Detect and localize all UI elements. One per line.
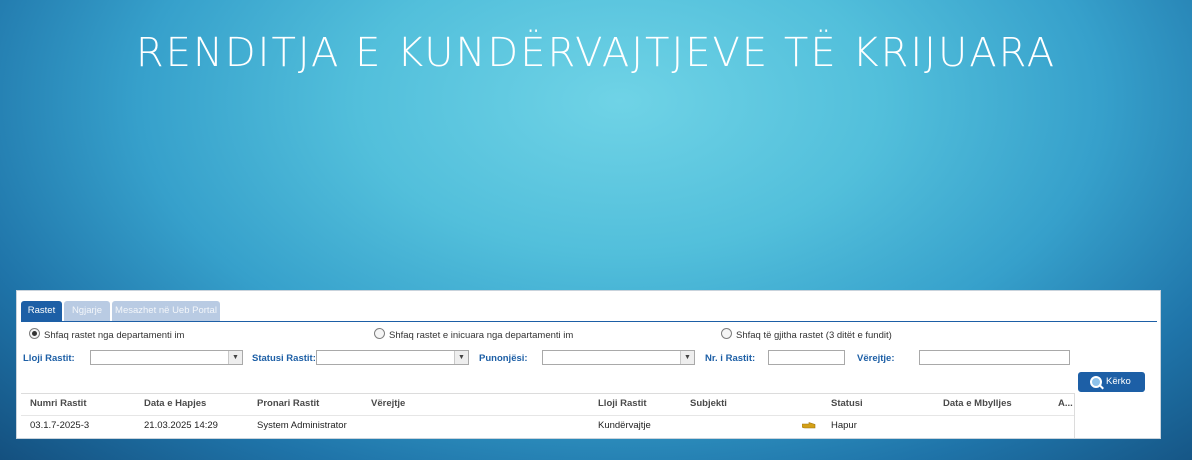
remarks-input[interactable] [919,350,1070,365]
column-header[interactable]: Vërejtje [371,398,405,409]
cases-table: Numri Rastit Data e Hapjes Pronari Rasti… [21,393,1074,438]
tab-ngjarje[interactable]: Ngjarje [64,301,110,321]
radio-unchecked-icon[interactable] [374,328,385,339]
cell-case-number: 03.1.7-2025-3 [30,420,90,431]
column-header[interactable]: Lloji Rastit [598,398,647,409]
case-status-label: Statusi Rastit: [252,353,316,364]
radio-initiated-by-department[interactable]: Shfaq rastet e inicuara nga departamenti… [374,328,573,342]
slide-title: RENDITJA E KUNDËRVAJTJEVE TË KRIJUARA [135,30,1057,76]
cell-status: Hapur [831,420,857,431]
column-divider [1074,393,1075,438]
cell-open-date: 21.03.2025 14:29 [144,420,218,431]
case-type-label: Lloji Rastit: [23,353,75,364]
chevron-down-icon[interactable]: ▼ [228,351,242,364]
radio-all-cases[interactable]: Shfaq të gjitha rastet (3 ditët e fundit… [721,328,892,342]
case-type-select[interactable]: ▼ [90,350,243,365]
tab-rastet[interactable]: Rastet [21,301,62,321]
column-header[interactable]: Data e Hapjes [144,398,206,409]
radio-label: Shfaq rastet nga departamenti im [44,330,185,341]
cases-panel: Rastet Ngjarje Mesazhet në Ueb Portal Sh… [16,290,1161,439]
case-status-select[interactable]: ▼ [316,350,469,365]
radio-label: Shfaq rastet e inicuara nga departamenti… [389,330,574,341]
column-header[interactable]: Pronari Rastit [257,398,319,409]
case-number-input[interactable] [768,350,845,365]
search-button[interactable]: Kërko [1078,372,1145,392]
radio-unchecked-icon[interactable] [721,328,732,339]
column-header[interactable]: Numri Rastit [30,398,86,409]
search-button-label: Kërko [1106,376,1131,387]
radio-checked-icon[interactable] [29,328,40,339]
radio-label: Shfaq të gjitha rastet (3 ditët e fundit… [736,330,892,341]
column-header[interactable]: Subjekti [690,398,727,409]
column-header[interactable]: Statusi [831,398,863,409]
chevron-down-icon[interactable]: ▼ [454,351,468,364]
hand-pointer-icon [802,422,816,429]
column-header[interactable]: A... [1058,398,1073,409]
tab-divider [21,321,1157,322]
cell-case-type: Kundërvajtje [598,420,651,431]
cell-owner: System Administrator [257,420,347,431]
employee-select[interactable]: ▼ [542,350,695,365]
table-header: Numri Rastit Data e Hapjes Pronari Rasti… [21,393,1074,416]
employee-label: Punonjësi: [479,353,528,364]
chevron-down-icon[interactable]: ▼ [680,351,694,364]
radio-my-department[interactable]: Shfaq rastet nga departamenti im [29,328,184,342]
column-header[interactable]: Data e Mbylljes [943,398,1012,409]
tab-mesazhet[interactable]: Mesazhet në Ueb Portal [112,301,220,321]
magnifier-icon [1090,376,1102,388]
case-number-label: Nr. i Rastit: [705,353,756,364]
remarks-label: Vërejtje: [857,353,895,364]
